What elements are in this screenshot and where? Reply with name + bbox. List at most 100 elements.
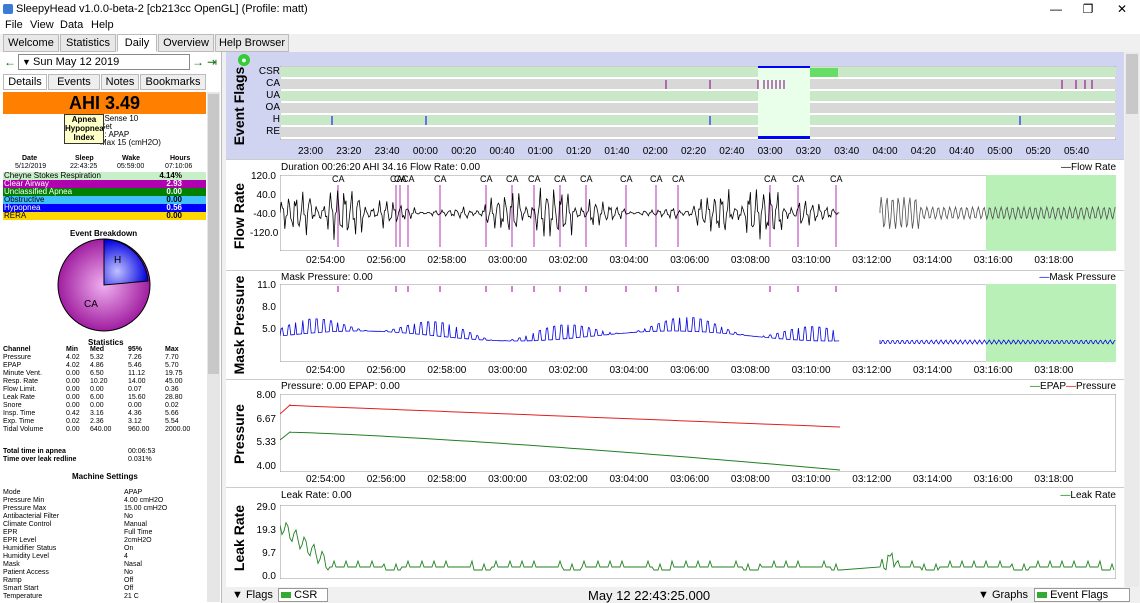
mask-info: Mask Pressure: 0.00: [281, 272, 373, 283]
leak-x-axis: [280, 579, 1116, 587]
ca-flag-label: CA: [672, 175, 685, 184]
stats-channel: Pressure: [3, 354, 31, 362]
side-tab-notes[interactable]: Notes: [101, 74, 139, 90]
flags-tick: 02:00: [643, 146, 668, 157]
stats-cell: 6.50: [90, 370, 104, 378]
graphs-scrollbar[interactable]: [1125, 52, 1139, 587]
side-tab-bookmarks[interactable]: Bookmarks: [140, 74, 206, 90]
dropdown-arrow-icon: ▼: [232, 589, 243, 601]
stats-cell: 28.80: [165, 394, 183, 402]
flag-band: [280, 91, 1116, 101]
pie-label-h: H: [114, 255, 121, 266]
pressure-graph: Pressure Pressure: 0.00 EPAP: 0.00 —EPAP…: [226, 380, 1124, 488]
stats-cell: 0.02: [165, 402, 179, 410]
dropdown-arrow-icon: ▼: [978, 589, 989, 601]
app-icon: [3, 4, 13, 14]
setting-value: No: [124, 513, 133, 521]
setting-value: 4: [124, 553, 128, 561]
left-scrollbar-thumb[interactable]: [208, 94, 219, 374]
flag-band: [280, 79, 1116, 89]
flag-row-label: CA: [266, 78, 280, 90]
x-tick: 03:04:00: [610, 365, 649, 376]
side-tab-details[interactable]: Details: [3, 74, 47, 90]
pin-icon[interactable]: ●: [238, 54, 250, 66]
stats-cell: 0.00: [66, 402, 80, 410]
setting-value: Off: [124, 577, 133, 585]
tab-overview[interactable]: Overview: [158, 34, 214, 52]
x-tick: 03:00:00: [488, 255, 527, 266]
stats-channel: Exp. Time: [3, 418, 34, 426]
csr-selector[interactable]: CSR: [278, 588, 328, 602]
y-tick: 8.00: [250, 390, 276, 401]
date-selector[interactable]: ▼ Sun May 12 2019: [18, 54, 190, 70]
stats-channel: Insp. Time: [3, 410, 35, 418]
minimize-button[interactable]: —: [1040, 0, 1072, 18]
side-tab-events[interactable]: Events: [48, 74, 100, 90]
tab-daily[interactable]: Daily: [117, 34, 157, 52]
stats-channel: Flow Limit.: [3, 386, 36, 394]
stats-cell: 19.75: [165, 370, 183, 378]
prev-day-arrow-icon[interactable]: ←: [4, 55, 16, 69]
last-day-arrow-icon[interactable]: ⇥: [207, 55, 217, 69]
pressure-label: Pressure: [226, 380, 252, 487]
x-tick: 03:12:00: [852, 365, 891, 376]
event-flags-label: Event Flags: [226, 52, 252, 159]
stats-cell: 5.70: [165, 362, 179, 370]
stats-channel: Leak Rate: [3, 394, 35, 402]
pressure-info: Pressure: 0.00 EPAP: 0.00: [281, 381, 400, 392]
flow-rate-plot: CA CACACA CA CA CA CA CA CA CA CA CA CA CA CA: [280, 175, 1116, 251]
graphs-scrollbar-thumb[interactable]: [1126, 54, 1138, 114]
stats-cell: 0.00: [66, 370, 80, 378]
x-tick: 03:10:00: [792, 255, 831, 266]
leak-rate-label: Leak Rate: [226, 489, 252, 587]
close-button[interactable]: ✕: [1106, 0, 1138, 18]
menu-help[interactable]: Help: [91, 19, 114, 31]
flag-band: [280, 115, 1116, 125]
ca-flag-label: CA: [332, 175, 345, 184]
menu-file[interactable]: File: [5, 19, 23, 31]
x-tick: 03:16:00: [974, 365, 1013, 376]
flags-dropdown[interactable]: ▼ Flags: [232, 588, 273, 603]
x-tick: 03:12:00: [852, 474, 891, 485]
graphs-dropdown[interactable]: ▼ Graphs: [978, 588, 1028, 603]
flags-tick: 04:00: [873, 146, 898, 157]
x-tick: 03:14:00: [913, 255, 952, 266]
mask-legend: —Mask Pressure: [1039, 272, 1116, 283]
pressure-plot: [280, 394, 1116, 472]
stats-cell: 4.02: [66, 362, 80, 370]
event-flags-selector[interactable]: Event Flags: [1034, 588, 1130, 602]
menu-data[interactable]: Data: [60, 19, 83, 31]
x-tick: 03:06:00: [670, 474, 709, 485]
menu-bar: File View Data Help: [0, 18, 1140, 34]
tab-statistics[interactable]: Statistics: [60, 34, 116, 52]
stats-cell: 5.66: [165, 410, 179, 418]
leak-redline-label: Time over leak redline: [3, 456, 76, 464]
session-sleep: 22:43:25: [70, 163, 97, 171]
stats-cell: 15.60: [128, 394, 146, 402]
flow-rate-graph: Flow Rate Duration 00:26:20 AHI 34.16 Fl…: [226, 161, 1124, 271]
ahi-value: AHI 3.49: [3, 92, 206, 114]
stats-cell: 4.02: [66, 354, 80, 362]
y-tick: 40.0: [250, 190, 276, 201]
menu-view[interactable]: View: [30, 19, 54, 31]
ahi-tooltip: Apnea Hypopnea Index: [64, 114, 104, 144]
flow-info: Duration 00:26:20 AHI 34.16 Flow Rate: 0…: [281, 162, 480, 173]
stats-cell: 2000.00: [165, 426, 190, 434]
tab-help-browser[interactable]: Help Browser: [215, 34, 289, 52]
tab-welcome[interactable]: Welcome: [3, 34, 59, 52]
pie-label-ca: CA: [84, 299, 98, 310]
machine-settings-title: Machine Settings: [72, 472, 138, 481]
mask-x-axis: 02:54:00 02:56:00 02:58:00 03:00:00 03:02:00…: [280, 365, 1116, 377]
stats-cell: 0.00: [128, 402, 142, 410]
flags-tick: 23:00: [298, 146, 323, 157]
next-day-arrow-icon[interactable]: →: [192, 55, 204, 69]
event-breakdown-pie: H CA: [56, 237, 156, 337]
stats-header: Med: [90, 346, 104, 354]
flag-row-label: RE: [266, 126, 280, 138]
flags-tick: 01:20: [566, 146, 591, 157]
setting-name: Mask: [3, 561, 20, 569]
ca-flag-label: CA: [402, 175, 415, 184]
stats-cell: 0.00: [66, 378, 80, 386]
maximize-button[interactable]: ❐: [1072, 0, 1104, 18]
x-tick: 03:12:00: [852, 255, 891, 266]
